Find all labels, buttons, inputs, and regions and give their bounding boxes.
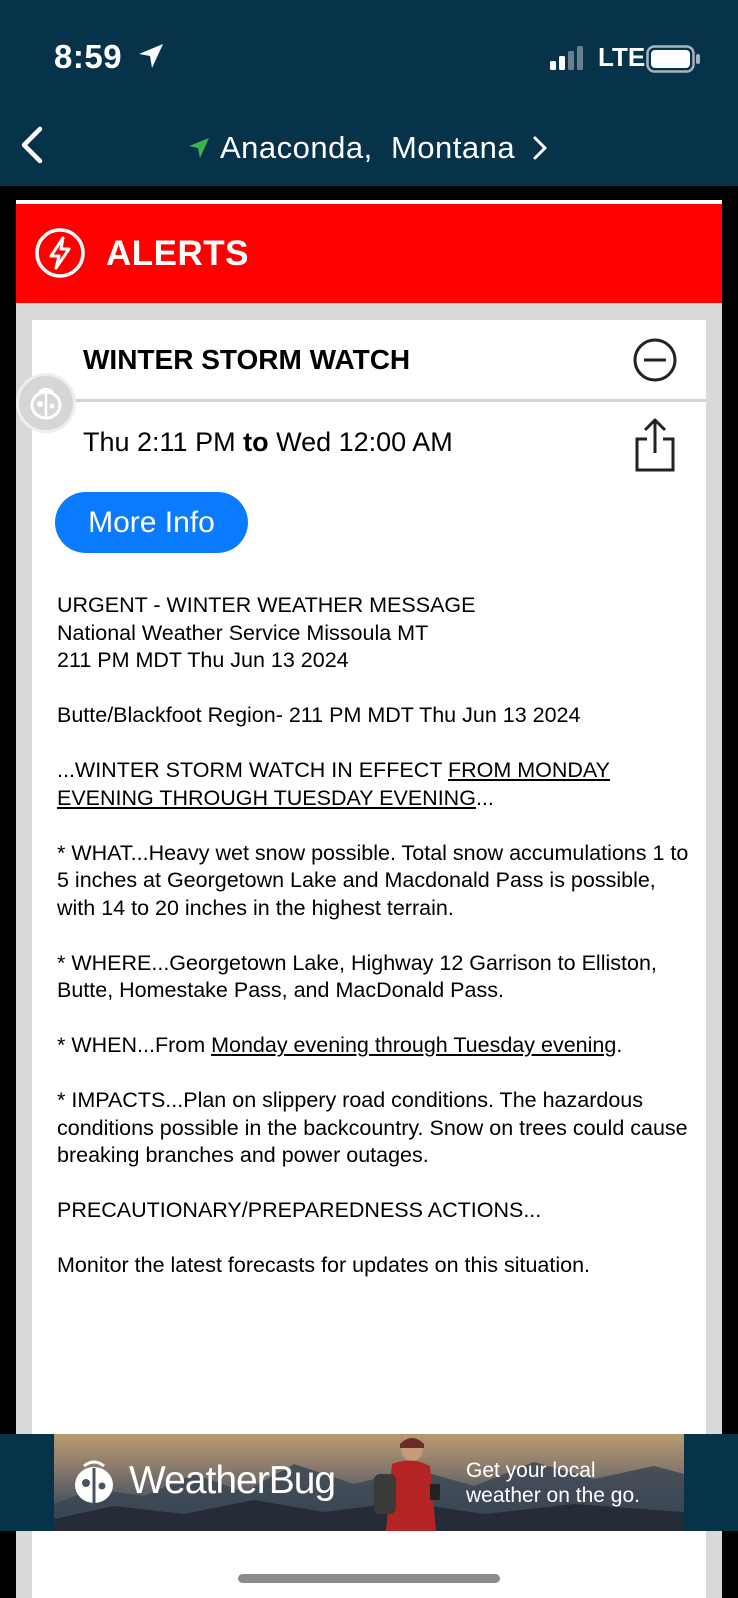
share-icon[interactable] xyxy=(632,417,678,473)
alert-card-header[interactable]: WINTER STORM WATCH xyxy=(32,320,706,402)
message-monitor: Monitor the latest forecasts for updates… xyxy=(57,1253,591,1277)
message-header-line: 211 PM MDT Thu Jun 13 2024 xyxy=(57,648,349,672)
alert-start-time: Thu 2:11 PM xyxy=(83,427,236,457)
ad-banner[interactable]: WeatherBug Get your local weather on the… xyxy=(0,1434,738,1531)
message-when: * WHEN...From Monday evening through Tue… xyxy=(57,1032,697,1060)
status-time: 8:59 xyxy=(54,38,123,75)
alert-message: URGENT - WINTER WEATHER MESSAGE National… xyxy=(57,592,697,1307)
location-pin-icon xyxy=(189,138,209,158)
location-name: Anaconda, Montana xyxy=(220,130,516,165)
message-region: Butte/Blackfoot Region- 211 PM MDT Thu J… xyxy=(57,703,581,727)
status-bar: 8:59 LTE xyxy=(0,0,738,110)
location-selector[interactable]: Anaconda, Montana xyxy=(188,126,551,170)
effect-suffix: ... xyxy=(475,785,494,810)
ad-tagline-line: Get your local xyxy=(466,1459,596,1482)
network-type: LTE xyxy=(598,42,646,72)
message-header: URGENT - WINTER WEATHER MESSAGE National… xyxy=(57,592,697,675)
message-effect: ...WINTER STORM WATCH IN EFFECT FROM MON… xyxy=(57,757,697,812)
message-precaution-heading: PRECAUTIONARY/PREPAREDNESS ACTIONS... xyxy=(57,1198,542,1222)
message-where: * WHERE...Georgetown Lake, Highway 12 Ga… xyxy=(57,950,657,1003)
alert-end-time: Wed 12:00 AM xyxy=(276,427,453,457)
battery-icon xyxy=(646,45,700,73)
alert-title: WINTER STORM WATCH xyxy=(83,344,411,375)
lightning-icon xyxy=(35,228,85,278)
weatherbug-badge xyxy=(16,373,76,433)
when-prefix: * WHEN...From xyxy=(57,1033,212,1057)
message-what: * WHAT...Heavy wet snow possible. Total … xyxy=(57,840,689,920)
message-header-line: URGENT - WINTER WEATHER MESSAGE xyxy=(57,593,476,617)
when-suffix: . xyxy=(616,1033,623,1057)
when-link[interactable]: Monday evening through Tuesday evening xyxy=(211,1033,616,1057)
ad-person-image xyxy=(374,1438,440,1531)
alert-card: WINTER STORM WATCH Thu 2:11 PM to Wed 12… xyxy=(16,320,706,1598)
nav-bar: Anaconda, Montana xyxy=(0,110,738,186)
weatherbug-logo-icon xyxy=(75,1460,113,1503)
back-chevron-icon[interactable] xyxy=(14,120,54,170)
alert-time-range: Thu 2:11 PM to Wed 12:00 AM xyxy=(83,427,453,458)
message-header-line: National Weather Service Missoula MT xyxy=(57,620,429,645)
effect-prefix: ...WINTER STORM WATCH IN EFFECT xyxy=(57,758,448,782)
forward-chevron-icon xyxy=(533,136,547,160)
ad-tagline: Get your local weather on the go. xyxy=(466,1458,640,1508)
content-area: ALERTS WINTER STORM WATCH Thu 2:11 PM to… xyxy=(16,200,722,1598)
collapse-icon[interactable] xyxy=(632,337,678,383)
ad-creative[interactable]: WeatherBug Get your local weather on the… xyxy=(54,1434,684,1531)
weatherbug-badge-icon xyxy=(30,387,62,420)
location-arrow-icon xyxy=(139,44,163,68)
alerts-title: ALERTS xyxy=(106,234,249,273)
ad-tagline-line: weather on the go. xyxy=(466,1484,640,1507)
message-impacts: * IMPACTS...Plan on slippery road condit… xyxy=(57,1088,688,1167)
alerts-header: ALERTS xyxy=(16,204,722,303)
signal-icon xyxy=(550,46,583,70)
time-range-separator: to xyxy=(243,427,269,457)
more-info-button[interactable]: More Info xyxy=(55,492,248,553)
home-indicator[interactable] xyxy=(238,1574,500,1583)
ad-brand: WeatherBug xyxy=(129,1459,336,1502)
